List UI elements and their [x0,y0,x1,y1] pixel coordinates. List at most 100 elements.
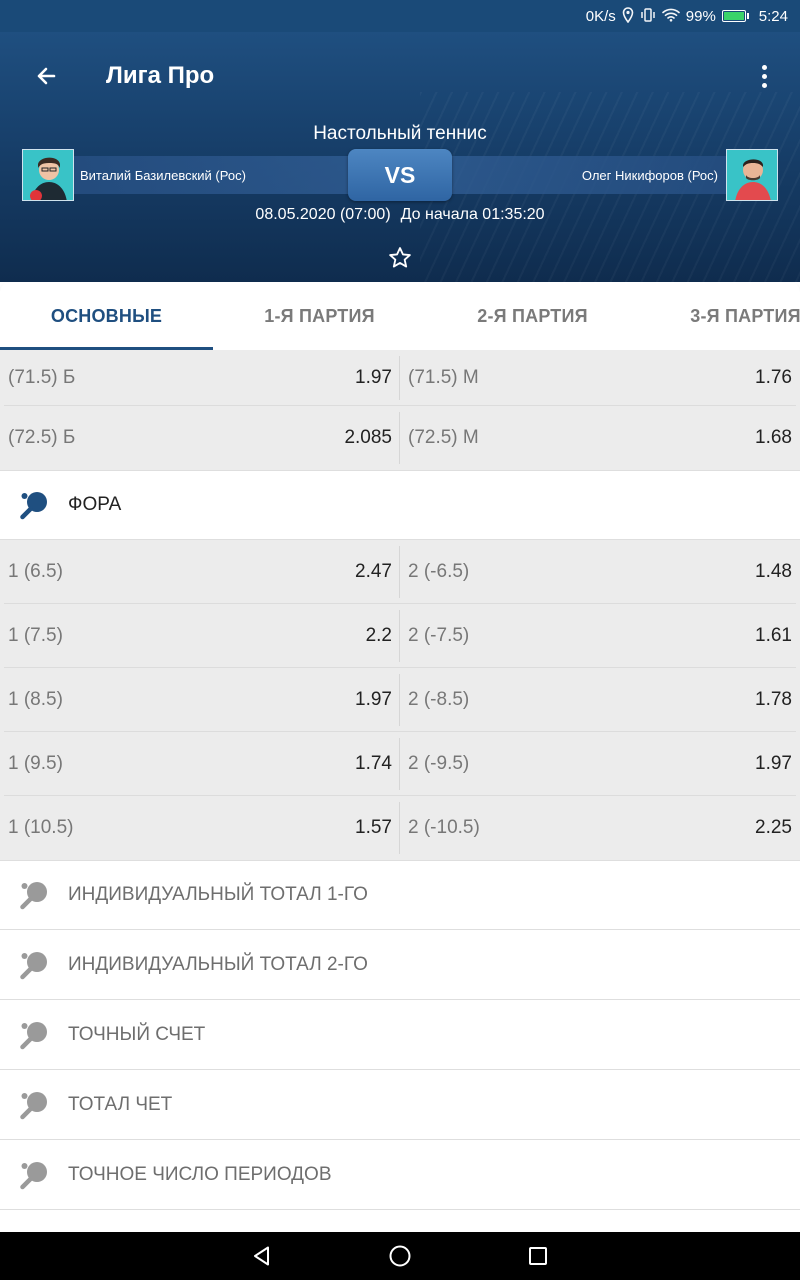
odds-cell[interactable]: 1 (8.5) 1.97 [0,668,400,732]
sport-name: Настольный теннис [313,123,487,144]
markets-list: (71.5) Б 1.97 (71.5) М 1.76 (72.5) Б 2.0… [0,350,800,1232]
system-nav-bar [0,1232,800,1280]
tab-bar: ОСНОВНЫЕ 1-Я ПАРТИЯ 2-Я ПАРТИЯ 3-Я ПАРТИ… [0,282,800,350]
odds-row: 1 (6.5) 2.47 2 (-6.5) 1.48 [0,540,800,604]
team1-bar[interactable]: Виталий Базилевский (Рос) [22,149,362,201]
team1-name: Виталий Базилевский (Рос) [80,167,246,183]
odds-cell[interactable]: 1 (6.5) 2.47 [0,540,400,604]
table-tennis-icon [0,860,68,930]
odds-row: 1 (8.5) 1.97 2 (-8.5) 1.78 [0,668,800,732]
section-fora-header[interactable]: ФОРА [0,470,800,540]
team2-avatar [726,149,778,201]
tab-main[interactable]: ОСНОВНЫЕ [0,282,213,350]
odds-label: 2 (-7.5) [408,625,470,646]
odds-value: 1.74 [355,753,392,774]
odds-cell[interactable]: (71.5) М 1.76 [400,350,800,406]
odds-value: 1.97 [355,689,392,710]
toolbar: Лига Про [0,32,800,120]
odds-cell[interactable]: 2 (-9.5) 1.97 [400,732,800,796]
team2-bar[interactable]: Олег Никифоров (Рос) [438,149,778,201]
arrow-back-icon [37,67,56,85]
tab-set-1[interactable]: 1-Я ПАРТИЯ [213,282,426,350]
more-options-button[interactable] [748,60,780,92]
odds-value: 2.2 [365,625,392,646]
odds-label: (71.5) Б [8,367,76,388]
odds-cell[interactable]: (71.5) Б 1.97 [0,350,400,406]
section-title: ФОРА [68,494,122,515]
tab-set-2[interactable]: 2-Я ПАРТИЯ [426,282,639,350]
square-recents-icon [529,1247,547,1265]
odds-value: 1.61 [755,625,792,646]
section-exact-score[interactable]: ТОЧНЫЙ СЧЕТ [0,1000,800,1070]
nav-back-button[interactable] [193,1232,331,1280]
odds-label: 2 (-8.5) [408,689,470,710]
odds-value: 1.97 [355,367,392,388]
odds-cell[interactable]: 1 (10.5) 1.57 [0,796,400,860]
odds-label: (71.5) М [408,367,479,388]
odds-value: 2.47 [355,561,392,582]
nav-recents-button[interactable] [469,1232,607,1280]
star-icon [389,247,411,268]
odds-cell[interactable]: 2 (-8.5) 1.78 [400,668,800,732]
vs-badge: VS [348,149,452,201]
tab-set-3[interactable]: 3-Я ПАРТИЯ [639,282,800,350]
match-countdown: До начала 01:35:20 [400,206,545,223]
location-icon [622,6,634,26]
section-total-even[interactable]: ТОТАЛ ЧЕТ [0,1070,800,1140]
match-datetime: 08.05.2020 (07:00) [255,206,391,223]
odds-value: 1.76 [755,367,792,388]
section-title: ИНДИВИДУАЛЬНЫЙ ТОТАЛ 1-ГО [68,884,368,905]
odds-value: 1.97 [755,753,792,774]
odds-label: 1 (9.5) [8,753,63,774]
match-header: Лига Про Настольный теннис Виталий Базил… [0,32,800,282]
odds-cell[interactable]: 2 (-6.5) 1.48 [400,540,800,604]
section-title: ТОЧНЫЙ СЧЕТ [68,1023,206,1045]
odds-cell[interactable]: (72.5) Б 2.085 [0,406,400,470]
more-vert-icon [761,64,767,70]
table-tennis-icon [0,930,68,1000]
odds-cell[interactable]: 2 (-7.5) 1.61 [400,604,800,668]
table-tennis-icon [0,1070,68,1140]
nav-home-button[interactable] [331,1232,469,1280]
odds-row: (71.5) Б 1.97 (71.5) М 1.76 [0,350,800,406]
network-speed: 0K/s [585,7,616,25]
team2-name: Олег Никифоров (Рос) [581,167,718,183]
odds-cell[interactable]: 1 (7.5) 2.2 [0,604,400,668]
odds-label: 2 (-10.5) [408,817,480,838]
circle-home-icon [389,1245,411,1267]
section-title: ТОТАЛ ЧЕТ [68,1093,173,1115]
battery-icon [721,10,749,22]
odds-value: 2.25 [755,817,792,838]
odds-value: 1.78 [755,689,792,710]
page-title: Лига Про [106,62,215,89]
section-individual-total-1[interactable]: ИНДИВИДУАЛЬНЫЙ ТОТАЛ 1-ГО [0,860,800,930]
odds-value: 2.085 [344,427,392,448]
clock: 5:24 [758,7,788,25]
odds-row: 1 (9.5) 1.74 2 (-9.5) 1.97 [0,732,800,796]
odds-label: (72.5) Б [8,427,76,448]
odds-row: 1 (10.5) 1.57 2 (-10.5) 2.25 [0,796,800,860]
wifi-icon [661,8,680,25]
odds-label: 1 (8.5) [8,689,63,710]
table-tennis-icon [0,1000,68,1070]
favorite-button[interactable] [386,244,414,272]
section-title: ТОЧНОЕ ЧИСЛО ПЕРИОДОВ [68,1163,332,1185]
odds-label: 2 (-6.5) [408,561,470,582]
section-exact-periods[interactable]: ТОЧНОЕ ЧИСЛО ПЕРИОДОВ [0,1140,800,1210]
odds-cell[interactable]: 1 (9.5) 1.74 [0,732,400,796]
table-tennis-icon [0,470,68,540]
odds-row: 1 (7.5) 2.2 2 (-7.5) 1.61 [0,604,800,668]
section-individual-total-2[interactable]: ИНДИВИДУАЛЬНЫЙ ТОТАЛ 2-ГО [0,930,800,1000]
odds-label: (72.5) М [408,427,479,448]
odds-cell[interactable]: 2 (-10.5) 2.25 [400,796,800,860]
back-button[interactable] [0,32,96,120]
team1-avatar [22,149,74,201]
section-title: ИНДИВИДУАЛЬНЫЙ ТОТАЛ 2-ГО [68,953,368,975]
odds-value: 1.68 [755,427,792,448]
vibrate-icon [640,7,656,26]
odds-label: 1 (6.5) [8,561,63,582]
status-bar: 0K/s 99% 5:24 [0,0,800,32]
table-tennis-icon [0,1140,68,1210]
triangle-back-icon [254,1246,269,1266]
odds-cell[interactable]: (72.5) М 1.68 [400,406,800,470]
